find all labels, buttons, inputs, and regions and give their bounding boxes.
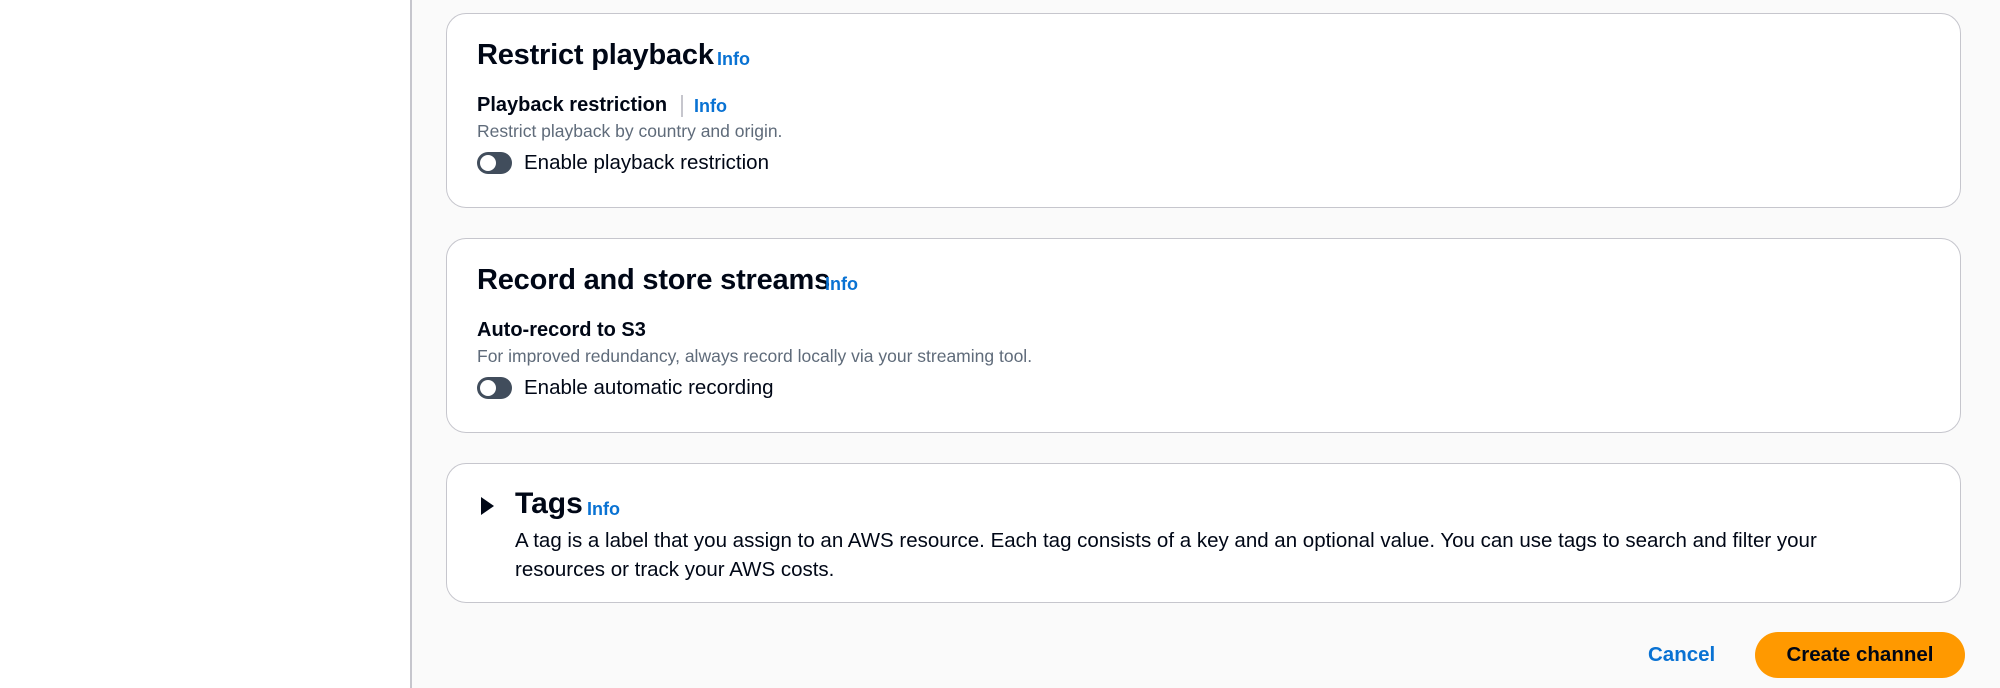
auto-record-description: For improved redundancy, always record l… <box>477 346 1033 366</box>
auto-record-toggle[interactable] <box>477 377 512 399</box>
create-channel-button[interactable]: Create channel <box>1755 632 1965 678</box>
restrict-playback-title: Restrict playback <box>477 39 714 71</box>
cancel-button[interactable]: Cancel <box>1648 643 1715 667</box>
playback-restriction-description: Restrict playback by country and origin. <box>477 121 783 141</box>
toggle-knob <box>480 155 496 171</box>
tags-description: A tag is a label that you assign to an A… <box>515 529 1817 581</box>
record-streams-title: Record and store streams <box>477 264 830 296</box>
tags-title[interactable]: Tags <box>515 487 583 521</box>
record-streams-card: Record and store streams Info Auto-recor… <box>446 238 1961 433</box>
toggle-knob <box>480 380 496 396</box>
caret-right-icon[interactable] <box>481 497 494 515</box>
playback-restriction-toggle-label[interactable]: Enable playback restriction <box>524 151 769 175</box>
auto-record-label: Auto-record to S3 <box>477 319 646 341</box>
restrict-playback-info-link[interactable]: Info <box>717 49 750 70</box>
tags-card: Tags Info A tag is a label that you assi… <box>446 463 1961 603</box>
playback-restriction-info-link[interactable]: Info <box>694 96 727 117</box>
record-streams-info-link[interactable]: Info <box>825 274 858 295</box>
playback-restriction-label: Playback restriction <box>477 94 668 116</box>
playback-restriction-toggle[interactable] <box>477 152 512 174</box>
label-divider <box>681 95 683 117</box>
restrict-playback-card: Restrict playback Info Playback restrict… <box>446 13 1961 208</box>
left-navigation-panel <box>0 0 412 688</box>
auto-record-toggle-label[interactable]: Enable automatic recording <box>524 376 774 400</box>
tags-info-link[interactable]: Info <box>587 499 620 520</box>
